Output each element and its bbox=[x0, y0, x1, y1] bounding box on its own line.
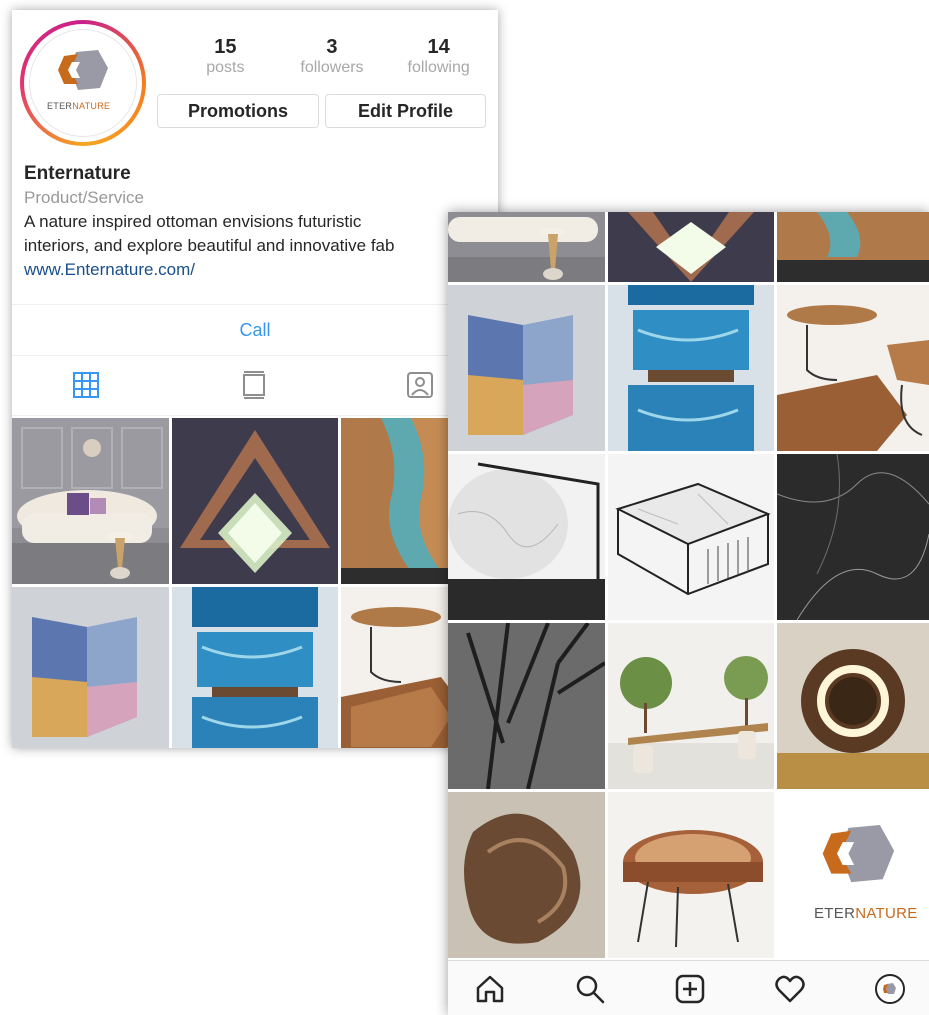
following-stat[interactable]: 14 following bbox=[389, 36, 489, 78]
grid-tile-black-marble[interactable] bbox=[777, 454, 929, 620]
grid-tile-wood-side-table[interactable] bbox=[777, 285, 929, 451]
grid-tile-marble-round-table[interactable] bbox=[448, 454, 605, 620]
grid-tile-copper-bowl-chair[interactable] bbox=[448, 792, 605, 958]
grid-tile-metal-branches[interactable] bbox=[448, 623, 605, 789]
following-count: 14 bbox=[427, 36, 450, 58]
wood-slab-stool-photo bbox=[608, 792, 774, 958]
eternature-logo-text: ETERNATURE bbox=[814, 905, 918, 922]
blue-resin-photo bbox=[172, 587, 338, 748]
eternature-logo-icon bbox=[58, 50, 108, 90]
post-tile-sofa[interactable] bbox=[12, 418, 169, 584]
grid-tile-blue-resin[interactable] bbox=[608, 285, 774, 451]
grid-tile-wood-slab-stool[interactable] bbox=[608, 792, 774, 958]
profile-stats: 15 posts 3 followers 14 following bbox=[172, 36, 492, 78]
bio-line-2: interiors, and explore beautiful and inn… bbox=[24, 236, 395, 255]
copper-bowl-chair-photo bbox=[448, 792, 605, 958]
post-tile-blue-resin[interactable] bbox=[172, 587, 338, 748]
tagged-icon[interactable] bbox=[406, 371, 434, 399]
grid-icon[interactable] bbox=[72, 371, 100, 399]
grid-tile-eternature-logo[interactable]: ETERNATURE bbox=[777, 792, 929, 958]
triangle-lamp-photo bbox=[608, 212, 774, 282]
marble-round-table-photo bbox=[448, 454, 605, 620]
edit-profile-button[interactable]: Edit Profile bbox=[325, 94, 486, 128]
feed-grid-screen: ETERNATURE bbox=[448, 212, 929, 1015]
grid-tile-marble-square-table[interactable] bbox=[608, 454, 774, 620]
bottom-nav bbox=[448, 960, 929, 1015]
add-post-icon[interactable] bbox=[674, 973, 706, 1005]
avatar-logo-text: ETERNATURE bbox=[47, 101, 111, 111]
followers-label: followers bbox=[300, 59, 364, 76]
profile-tabs bbox=[12, 355, 498, 416]
tree-bench-photo bbox=[608, 623, 774, 789]
grid-tile-tree-bench[interactable] bbox=[608, 623, 774, 789]
posts-label: posts bbox=[206, 59, 245, 76]
grid-tile-glass-chair[interactable] bbox=[448, 285, 605, 451]
website-link[interactable]: www.Enternature.com/ bbox=[24, 258, 494, 282]
glass-chair-photo bbox=[12, 587, 169, 748]
home-icon[interactable] bbox=[474, 973, 506, 1005]
post-tile-glass-chair[interactable] bbox=[12, 587, 169, 748]
profile-bio: Enternature Product/Service A nature ins… bbox=[24, 162, 494, 282]
following-label: following bbox=[407, 59, 470, 76]
marble-square-table-photo bbox=[608, 454, 774, 620]
triangle-lamp-photo bbox=[172, 418, 338, 584]
grid-tile-log-lamp[interactable] bbox=[777, 623, 929, 789]
river-table-photo bbox=[777, 212, 929, 282]
feed-icon[interactable] bbox=[240, 371, 268, 399]
followers-stat[interactable]: 3 followers bbox=[282, 36, 382, 78]
posts-stat[interactable]: 15 posts bbox=[175, 36, 275, 78]
eternature-logo-icon bbox=[822, 825, 895, 883]
sofa-photo bbox=[448, 212, 605, 282]
promotions-button[interactable]: Promotions bbox=[157, 94, 319, 128]
profile-name: Enternature bbox=[24, 163, 131, 184]
posts-count: 15 bbox=[214, 36, 237, 58]
heart-icon[interactable] bbox=[774, 973, 806, 1005]
bio-line-1: A nature inspired ottoman envisions futu… bbox=[24, 212, 362, 231]
call-button[interactable]: Call bbox=[12, 304, 498, 356]
metal-branches-photo bbox=[448, 623, 605, 789]
grid-tile-sofa[interactable] bbox=[448, 212, 605, 282]
profile-avatar-icon[interactable] bbox=[874, 973, 906, 1005]
sofa-photo bbox=[12, 418, 169, 584]
post-tile-triangle-lamp[interactable] bbox=[172, 418, 338, 584]
log-lamp-photo bbox=[777, 623, 929, 789]
wood-side-table-photo bbox=[777, 285, 929, 451]
followers-count: 3 bbox=[326, 36, 338, 58]
call-label: Call bbox=[239, 319, 271, 340]
blue-resin-photo bbox=[608, 285, 774, 451]
glass-chair-photo bbox=[448, 285, 605, 451]
grid-tile-river-table[interactable] bbox=[777, 212, 929, 282]
profile-avatar[interactable]: ETERNATURE bbox=[20, 20, 146, 146]
black-marble-photo bbox=[777, 454, 929, 620]
grid-tile-triangle-lamp[interactable] bbox=[608, 212, 774, 282]
profile-category: Product/Service bbox=[24, 188, 144, 207]
profile-screen: ETERNATURE 15 posts 3 followers 14 follo… bbox=[12, 10, 498, 748]
search-icon[interactable] bbox=[574, 973, 606, 1005]
